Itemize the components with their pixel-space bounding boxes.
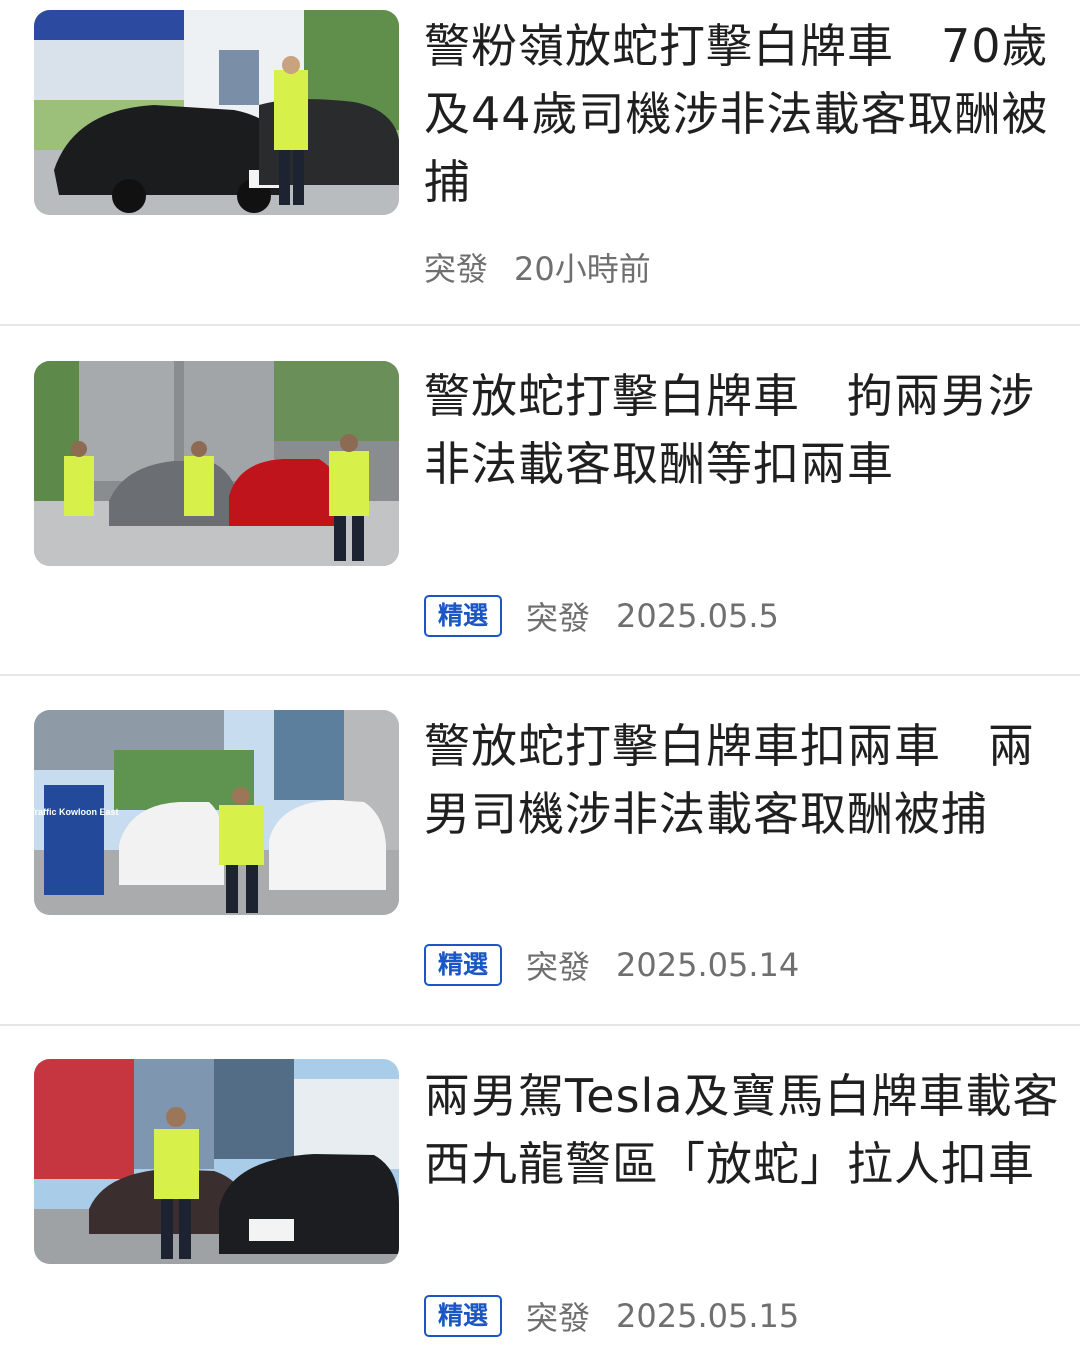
- news-item[interactable]: 警粉嶺放蛇打擊白牌車 70歲及44歲司機涉非法載客取酬被捕 突發 20小時前: [0, 0, 1080, 324]
- timestamp: 2025.05.5: [616, 597, 779, 635]
- timestamp: 2025.05.14: [616, 946, 800, 984]
- featured-badge: 精選: [424, 1295, 503, 1337]
- article-meta: 精選 突發 2025.05.5: [424, 593, 779, 639]
- news-photo: [34, 1059, 399, 1264]
- category-label: 突發: [424, 250, 489, 288]
- article-title[interactable]: 警放蛇打擊白牌車扣兩車 兩男司機涉非法載客取酬被捕: [424, 712, 1064, 848]
- category-label: 突發: [526, 948, 591, 986]
- article-title[interactable]: 警放蛇打擊白牌車 拘兩男涉非法載客取酬等扣兩車: [424, 362, 1064, 498]
- timestamp: 20小時前: [514, 250, 651, 288]
- news-thumbnail[interactable]: [34, 1059, 399, 1264]
- news-item[interactable]: Traffic Kowloon East 警放蛇打擊白牌車扣兩車 兩男司機涉非法…: [0, 676, 1080, 1024]
- article-meta: 突發 20小時前: [424, 244, 651, 290]
- news-feed: 警粉嶺放蛇打擊白牌車 70歲及44歲司機涉非法載客取酬被捕 突發 20小時前 警…: [0, 0, 1080, 1366]
- featured-badge: 精選: [424, 595, 503, 637]
- article-meta: 精選 突發 2025.05.14: [424, 942, 799, 988]
- news-item[interactable]: 兩男駕Tesla及寶馬白牌車載客 西九龍警區「放蛇」拉人扣車 精選 突發 202…: [0, 1026, 1080, 1366]
- featured-badge: 精選: [424, 944, 503, 986]
- category-label: 突發: [526, 1299, 591, 1337]
- thumb-sign-text: Traffic Kowloon East: [34, 807, 119, 817]
- category-label: 突發: [526, 599, 591, 637]
- news-thumbnail[interactable]: Traffic Kowloon East: [34, 710, 399, 915]
- news-thumbnail[interactable]: [34, 10, 399, 215]
- news-photo: [34, 10, 399, 215]
- article-meta: 精選 突發 2025.05.15: [424, 1293, 799, 1339]
- news-photo: [34, 361, 399, 566]
- news-thumbnail[interactable]: [34, 361, 399, 566]
- article-title[interactable]: 警粉嶺放蛇打擊白牌車 70歲及44歲司機涉非法載客取酬被捕: [424, 12, 1064, 216]
- news-photo: Traffic Kowloon East: [34, 710, 399, 915]
- article-title[interactable]: 兩男駕Tesla及寶馬白牌車載客 西九龍警區「放蛇」拉人扣車: [424, 1062, 1064, 1198]
- timestamp: 2025.05.15: [616, 1297, 800, 1335]
- news-item[interactable]: 警放蛇打擊白牌車 拘兩男涉非法載客取酬等扣兩車 精選 突發 2025.05.5: [0, 326, 1080, 674]
